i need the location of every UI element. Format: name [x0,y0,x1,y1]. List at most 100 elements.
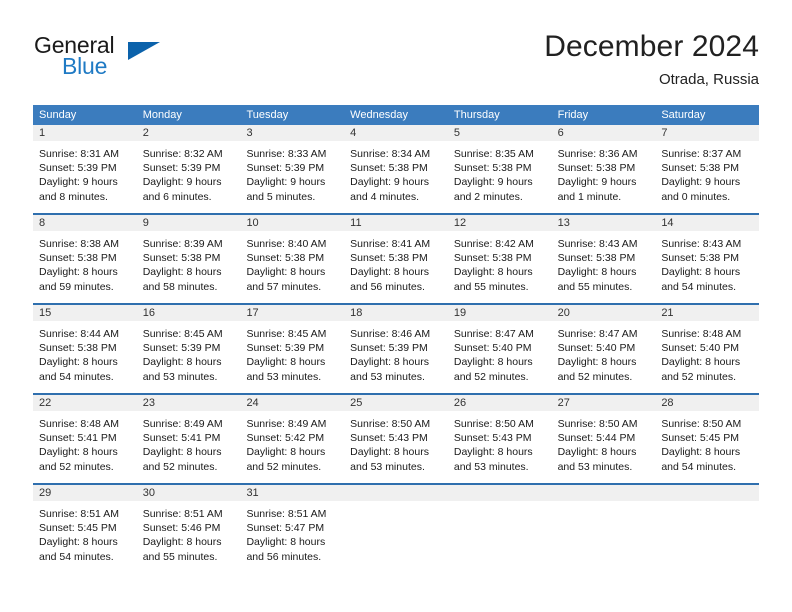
day-detail-line: and 2 minutes. [453,190,523,203]
calendar-day-cell-17[interactable]: 17 Sunrise: 8:45 AM Sunset: 5:39 PM Dayligh… [240,305,345,393]
calendar-day-cell-5[interactable]: 5 Sunrise: 8:35 AM Sunset: 5:38 PM Daylight… [447,125,552,213]
day-detail-line: and 54 minutes. [39,370,114,383]
day-detail-line: Sunset: 5:43 PM [350,432,428,445]
calendar-day-cell-7[interactable]: 7 Sunrise: 8:37 AM Sunset: 5:38 PM Daylight… [655,125,760,213]
day-detail-line: Daylight: 8 hours [142,356,222,369]
day-details: Sunrise: 8:48 AM Sunset: 5:40 PM Daylight:… [655,321,759,384]
day-detail-line: Daylight: 9 hours [350,176,429,189]
day-number: 12 [447,215,552,231]
day-detail-line: Sunset: 5:45 PM [39,522,117,535]
day-number: 13 [551,215,656,231]
calendar-day-cell-22[interactable]: 22 Sunrise: 8:48 AM Sunset: 5:41 PM Dayligh… [33,395,137,483]
day-detail-line: Sunrise: 8:48 AM [661,328,742,340]
day-detail-line: Sunrise: 8:44 AM [39,328,119,340]
day-detail-line: Sunset: 5:39 PM [246,342,325,355]
day-number: 9 [136,215,241,231]
day-details: Sunrise: 8:51 AM Sunset: 5:45 PM Daylight:… [33,501,137,564]
day-detail-line: Sunrise: 8:43 AM [557,238,638,250]
calendar-day-cell-16[interactable]: 16 Sunrise: 8:45 AM Sunset: 5:39 PM Dayligh… [136,305,241,393]
calendar-day-cell-24[interactable]: 24 Sunrise: 8:49 AM Sunset: 5:42 PM Dayligh… [240,395,345,483]
day-detail-line: Daylight: 8 hours [661,356,741,369]
day-detail-line: Daylight: 8 hours [453,356,533,369]
calendar-day-cell-27[interactable]: 27 Sunrise: 8:50 AM Sunset: 5:44 PM Dayligh… [551,395,656,483]
calendar-day-cell-11[interactable]: 11 Sunrise: 8:41 AM Sunset: 5:38 PM Dayligh… [344,215,448,303]
calendar-day-cell-3[interactable]: 3 Sunrise: 8:33 AM Sunset: 5:39 PM Daylight… [240,125,345,213]
calendar-day-cell-31[interactable]: 31 Sunrise: 8:51 AM Sunset: 5:47 PM Dayligh… [240,485,345,564]
calendar-day-cell-19[interactable]: 19 Sunrise: 8:47 AM Sunset: 5:40 PM Dayligh… [447,305,552,393]
day-detail-line: and 55 minutes. [557,280,633,293]
calendar-day-cell-14[interactable]: 14 Sunrise: 8:43 AM Sunset: 5:38 PM Dayligh… [655,215,760,303]
day-detail-line: and 55 minutes. [453,280,529,293]
day-details: Sunrise: 8:47 AM Sunset: 5:40 PM Daylight:… [448,321,552,384]
calendar-day-cell-20[interactable]: 20 Sunrise: 8:47 AM Sunset: 5:40 PM Dayligh… [551,305,656,393]
calendar-day-cell-25[interactable]: 25 Sunrise: 8:50 AM Sunset: 5:43 PM Dayligh… [344,395,448,483]
calendar-day-cell-15[interactable]: 15 Sunrise: 8:44 AM Sunset: 5:38 PM Dayligh… [33,305,137,393]
day-detail-line: Daylight: 9 hours [39,176,118,189]
day-number: 14 [655,215,760,231]
day-number: 31 [240,485,345,501]
day-details [344,501,448,507]
day-detail-line: Sunrise: 8:51 AM [246,508,327,520]
calendar-day-cell-6[interactable]: 6 Sunrise: 8:36 AM Sunset: 5:38 PM Daylight… [551,125,656,213]
day-detail-line: Sunset: 5:38 PM [453,162,532,175]
calendar-week-row: 1 Sunrise: 8:31 AM Sunset: 5:39 PM Daylight… [33,125,760,213]
calendar-day-cell-21[interactable]: 21 Sunrise: 8:48 AM Sunset: 5:40 PM Dayligh… [655,305,760,393]
day-detail-line: Daylight: 8 hours [350,356,429,369]
day-detail-line: Sunrise: 8:47 AM [453,328,534,340]
day-detail-line: Sunset: 5:38 PM [661,162,739,175]
day-detail-line: and 52 minutes. [557,370,633,383]
day-details: Sunrise: 8:45 AM Sunset: 5:39 PM Daylight:… [137,321,241,384]
day-detail-line: Sunset: 5:44 PM [557,432,636,445]
calendar-day-cell-10[interactable]: 10 Sunrise: 8:40 AM Sunset: 5:38 PM Dayligh… [240,215,345,303]
calendar-day-cell-8[interactable]: 8 Sunrise: 8:38 AM Sunset: 5:38 PM Daylight… [33,215,137,303]
day-detail-line: Sunset: 5:38 PM [39,252,117,265]
day-detail-line: and 56 minutes. [350,280,425,293]
calendar-day-cell-30[interactable]: 30 Sunrise: 8:51 AM Sunset: 5:46 PM Dayligh… [136,485,241,564]
day-detail-line: Sunrise: 8:49 AM [246,418,327,430]
day-number: 21 [655,305,760,321]
day-detail-line: Daylight: 8 hours [557,356,637,369]
weekday-header-saturday: Saturday [661,109,706,121]
day-details: Sunrise: 8:43 AM Sunset: 5:38 PM Daylight:… [552,231,656,294]
day-number [344,485,448,501]
day-detail-line: Sunrise: 8:40 AM [246,238,327,250]
day-detail-line: Daylight: 8 hours [39,536,118,549]
day-details [655,501,759,507]
day-detail-line: Daylight: 8 hours [246,536,326,549]
calendar-day-cell-29[interactable]: 29 Sunrise: 8:51 AM Sunset: 5:45 PM Dayligh… [33,485,137,564]
calendar-day-cell-23[interactable]: 23 Sunrise: 8:49 AM Sunset: 5:41 PM Dayligh… [136,395,241,483]
weekday-header-monday: Monday [142,109,182,121]
day-detail-line: and 53 minutes. [142,370,218,383]
day-detail-line: Daylight: 8 hours [453,446,533,459]
day-number: 4 [344,125,448,141]
calendar-day-cell-2[interactable]: 2 Sunrise: 8:32 AM Sunset: 5:39 PM Daylight… [136,125,241,213]
day-number: 22 [33,395,137,411]
day-details: Sunrise: 8:31 AM Sunset: 5:39 PM Daylight:… [33,141,137,204]
day-detail-line: Daylight: 8 hours [246,266,326,279]
day-detail-line: and 53 minutes. [453,460,529,473]
day-number: 26 [447,395,552,411]
calendar-day-cell-26[interactable]: 26 Sunrise: 8:50 AM Sunset: 5:43 PM Dayligh… [447,395,552,483]
day-number: 27 [551,395,656,411]
day-number: 3 [240,125,345,141]
calendar-day-cell-4[interactable]: 4 Sunrise: 8:34 AM Sunset: 5:38 PM Daylight… [344,125,448,213]
day-detail-line: Sunrise: 8:50 AM [350,418,431,430]
day-details: Sunrise: 8:45 AM Sunset: 5:39 PM Daylight:… [240,321,344,384]
day-detail-line: Sunset: 5:38 PM [350,162,428,175]
calendar-day-cell-18[interactable]: 18 Sunrise: 8:46 AM Sunset: 5:39 PM Dayligh… [344,305,448,393]
brand-logo[interactable]: General Blue [33,32,233,88]
calendar-day-cell-1[interactable]: 1 Sunrise: 8:31 AM Sunset: 5:39 PM Daylight… [33,125,137,213]
calendar-day-cell-12[interactable]: 12 Sunrise: 8:42 AM Sunset: 5:38 PM Dayligh… [447,215,552,303]
day-detail-line: Sunrise: 8:50 AM [557,418,638,430]
day-number: 24 [240,395,345,411]
day-details: Sunrise: 8:46 AM Sunset: 5:39 PM Daylight:… [344,321,448,384]
day-details: Sunrise: 8:48 AM Sunset: 5:41 PM Daylight:… [33,411,137,474]
day-details: Sunrise: 8:50 AM Sunset: 5:45 PM Daylight:… [655,411,759,474]
day-detail-line: Sunrise: 8:51 AM [39,508,119,520]
day-detail-line: and 53 minutes. [350,460,425,473]
day-number: 6 [551,125,656,141]
day-detail-line: Sunset: 5:38 PM [557,162,636,175]
calendar-day-cell-28[interactable]: 28 Sunrise: 8:50 AM Sunset: 5:45 PM Dayligh… [655,395,760,483]
calendar-day-cell-13[interactable]: 13 Sunrise: 8:43 AM Sunset: 5:38 PM Dayligh… [551,215,656,303]
calendar-day-cell-9[interactable]: 9 Sunrise: 8:39 AM Sunset: 5:38 PM Daylight… [136,215,241,303]
